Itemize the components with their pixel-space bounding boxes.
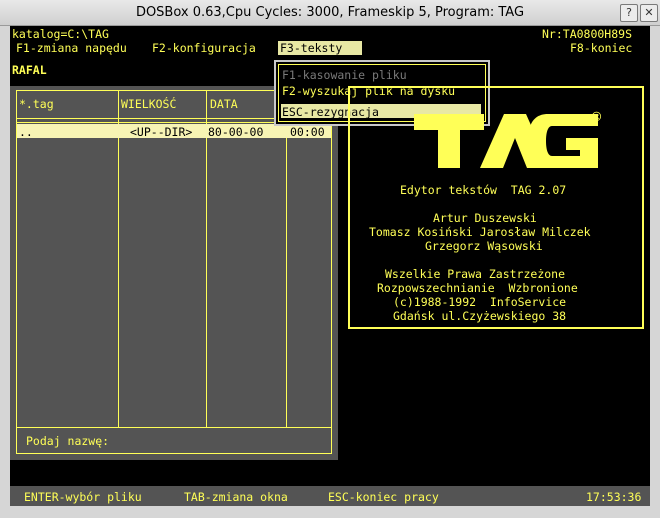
about-rights: Wszelkie Prawa Zastrzeżone [385, 267, 566, 281]
menu-item-delete-file: F1-kasowanie pliku [282, 68, 407, 82]
column-divider [286, 90, 287, 428]
column-header-size[interactable]: WIELKOŚĆ [121, 97, 176, 111]
current-directory: katalog=C:\TAG [12, 27, 109, 41]
user-name: RAFAL [12, 63, 47, 77]
status-clock: 17:53:36 [586, 490, 642, 504]
dos-screen: katalog=C:\TAG Nr:TA0800H89S F1-zmiana n… [10, 26, 650, 506]
status-enter: ENTER-wybór pliku [24, 490, 142, 504]
about-copyright: (c)1988-1992 InfoService [393, 295, 567, 309]
column-header-name[interactable]: *.tag [19, 97, 54, 111]
file-time-cell[interactable]: 00:00 [290, 125, 330, 139]
menu-f8-exit[interactable]: F8-koniec [570, 41, 632, 55]
window-title: DOSBox 0.63,Cpu Cycles: 3000, Frameskip … [135, 5, 525, 20]
registered-mark: ® [592, 108, 602, 126]
help-button[interactable]: ? [620, 4, 638, 22]
about-address: Gdańsk ul.Czyżewskiego 38 [393, 309, 567, 323]
menu-f3-texts[interactable]: F3-teksty [280, 41, 342, 55]
window-titlebar: DOSBox 0.63,Cpu Cycles: 3000, Frameskip … [0, 0, 660, 26]
column-divider [206, 90, 207, 428]
column-header-date[interactable]: DATA [210, 97, 238, 111]
file-list[interactable] [16, 90, 332, 428]
about-product: Edytor tekstów TAG 2.07 [400, 183, 567, 197]
filename-prompt[interactable]: Podaj nazwę: [26, 434, 109, 448]
about-author-1: Artur Duszewski [433, 211, 537, 225]
file-name-cell[interactable]: .. [19, 125, 33, 139]
close-button[interactable]: ✕ [640, 4, 658, 22]
tag-logo [414, 114, 598, 168]
menu-f2-config[interactable]: F2-konfiguracja [152, 41, 256, 55]
file-date-cell[interactable]: 80-00-00 [208, 125, 263, 139]
serial-number: Nr:TA0800H89S [542, 27, 633, 41]
about-distribution: Rozpowszechnianie Wzbronione [377, 281, 578, 295]
column-divider [118, 90, 119, 428]
about-author-2: Tomasz Kosiński Jarosław Milczek [369, 225, 591, 239]
status-esc: ESC-koniec pracy [328, 490, 439, 504]
menu-f1-drive[interactable]: F1-zmiana napędu [16, 41, 127, 55]
status-tab: TAB-zmiana okna [184, 490, 288, 504]
file-size-cell[interactable]: <UP--DIR> [130, 125, 192, 139]
about-author-3: Grzegorz Wąsowski [425, 239, 543, 253]
